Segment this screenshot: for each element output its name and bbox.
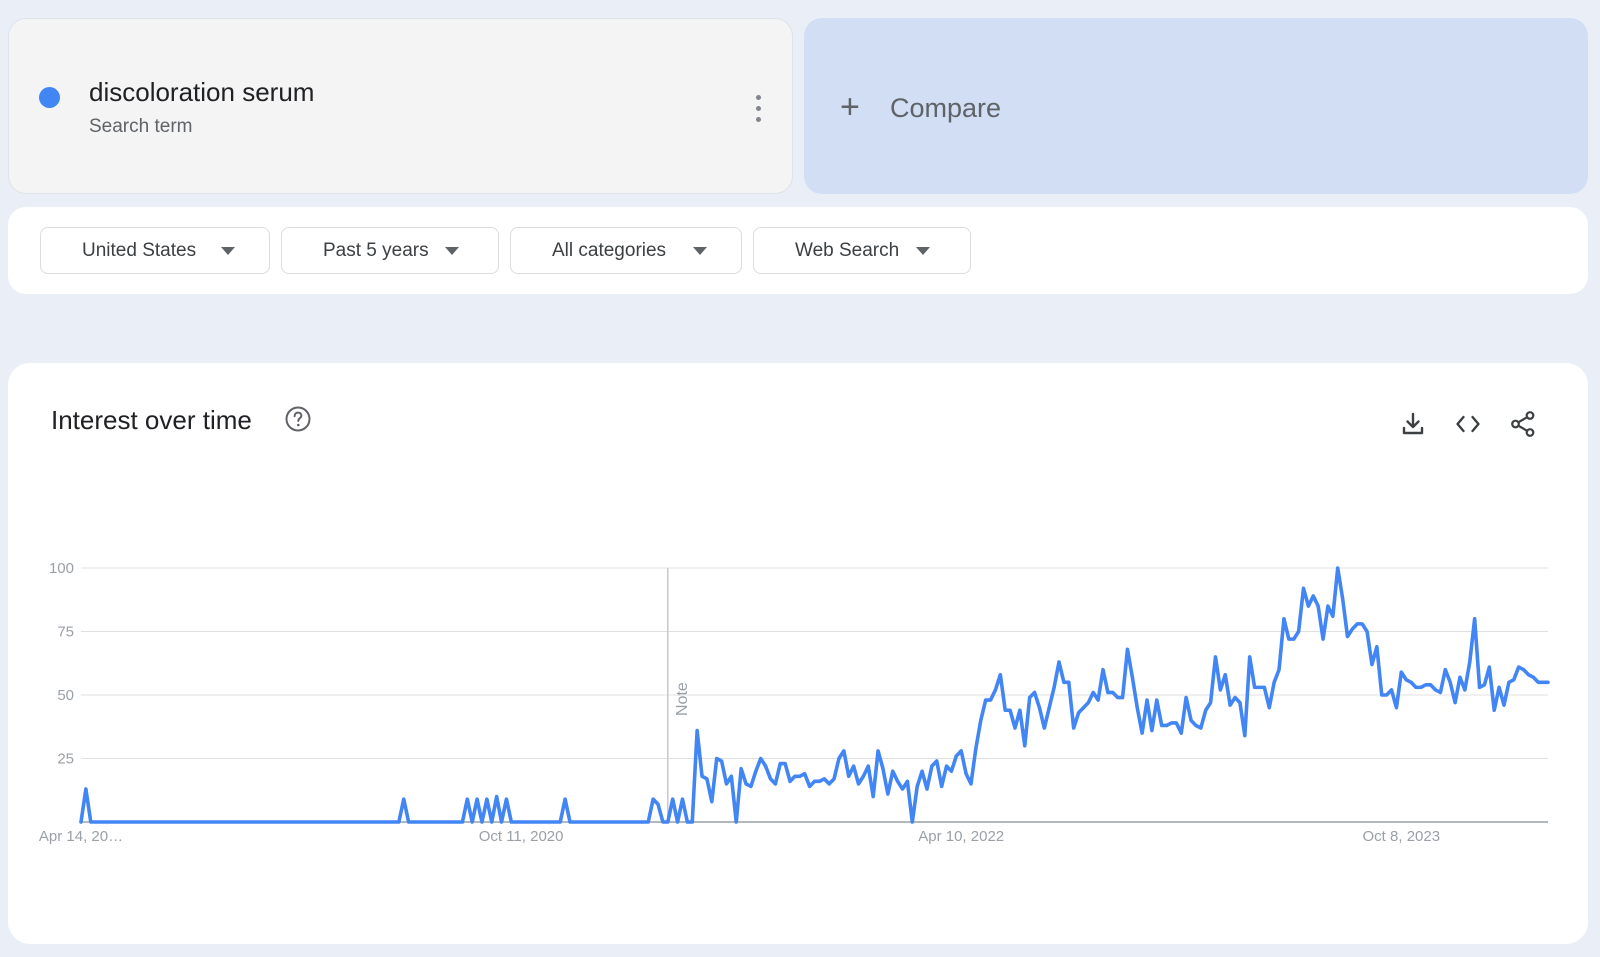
x-tick-label: Apr 14, 20… xyxy=(39,828,123,845)
x-tick-label: Oct 11, 2020 xyxy=(479,828,564,845)
plus-icon: + xyxy=(840,88,860,126)
x-tick-label: Apr 10, 2022 xyxy=(918,828,1004,845)
caret-down-icon xyxy=(445,247,459,255)
region-filter-dropdown[interactable]: United States xyxy=(40,227,270,274)
category-filter-dropdown[interactable]: All categories xyxy=(510,227,742,274)
time-range-filter-label: Past 5 years xyxy=(323,240,429,261)
more-vert-icon[interactable] xyxy=(750,93,768,129)
search-type-filter-label: Web Search xyxy=(795,240,900,261)
search-term-card[interactable]: discoloration serum Search term xyxy=(8,18,793,194)
search-term-type: Search term xyxy=(89,116,193,137)
y-tick-label: 25 xyxy=(57,751,74,768)
term-color-dot xyxy=(39,87,60,108)
category-filter-label: All categories xyxy=(552,240,667,261)
search-term-name[interactable]: discoloration serum xyxy=(89,77,314,108)
filter-bar: United States Past 5 years All categorie… xyxy=(8,207,1588,294)
y-tick-label: 75 xyxy=(57,624,74,641)
compare-label: Compare xyxy=(890,93,1002,123)
note-label: Note xyxy=(674,682,691,716)
interest-line-chart: 25 50 75 100 Note Apr 14, 20… Oct 11, 2020 Apr … xyxy=(39,560,1550,845)
y-tick-label: 100 xyxy=(49,560,74,577)
caret-down-icon xyxy=(221,247,235,255)
search-type-filter-dropdown[interactable]: Web Search xyxy=(753,227,971,274)
time-range-filter-dropdown[interactable]: Past 5 years xyxy=(281,227,499,274)
x-tick-label: Oct 8, 2023 xyxy=(1363,828,1441,845)
compare-button[interactable]: + Compare xyxy=(804,18,1588,194)
caret-down-icon xyxy=(916,247,930,255)
y-tick-label: 50 xyxy=(57,687,74,704)
caret-down-icon xyxy=(693,247,707,255)
interest-over-time-panel: Interest over time 25 50 75 100 Note Apr 14, … xyxy=(8,363,1588,944)
region-filter-label: United States xyxy=(82,240,197,261)
